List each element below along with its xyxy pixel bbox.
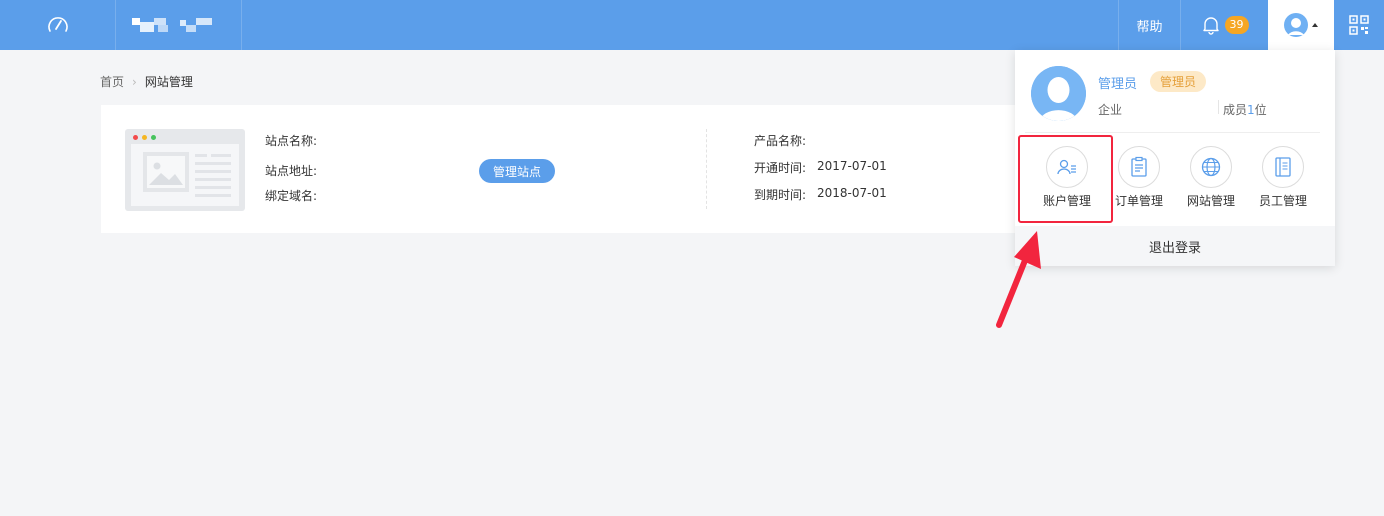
user-avatar-icon [1284, 13, 1308, 37]
help-link[interactable]: 帮助 [1118, 0, 1180, 50]
site-address-label: 站点地址: [265, 164, 318, 178]
role-badge: 管理员 [1150, 71, 1206, 92]
logout-button[interactable]: 退出登录 [1015, 226, 1335, 266]
menu-item-label: 员工管理 [1258, 194, 1307, 208]
speedometer-icon [47, 17, 68, 32]
company-label: 企业 [1098, 103, 1123, 117]
member-count: 成员1位 [1223, 103, 1267, 117]
user-name: 管理员 [1098, 77, 1138, 92]
top-navbar: 帮助 39 [0, 0, 1384, 50]
menu-item-websites[interactable]: 网站管理 [1180, 146, 1242, 209]
red-arrow-icon [996, 231, 1041, 328]
product-name-label: 产品名称: [754, 134, 807, 148]
menu-item-label: 订单管理 [1114, 194, 1163, 208]
brand-mosaic [132, 18, 214, 32]
qrcode-button[interactable] [1334, 0, 1384, 50]
highlight-box [1018, 135, 1113, 223]
notification-count-badge: 39 [1224, 16, 1249, 34]
site-card: 站点名称: 站点地址: 绑定域名: 管理站点 产品名称: 开通时间: 2017-… [101, 105, 1041, 233]
site-thumbnail [125, 129, 245, 211]
notifications-button[interactable]: 39 [1180, 0, 1268, 50]
bell-icon [1202, 17, 1219, 35]
open-time-value: 2017-07-01 [817, 159, 887, 173]
window-dots-icon [133, 135, 156, 140]
caret-up-icon [1312, 23, 1318, 27]
image-placeholder-icon [143, 152, 189, 192]
globe-icon [1201, 157, 1221, 177]
user-menu-toggle[interactable] [1268, 0, 1334, 50]
menu-item-label: 网站管理 [1186, 194, 1235, 208]
breadcrumb-current: 网站管理 [144, 75, 193, 89]
open-time-label: 开通时间: [754, 161, 807, 175]
divider [1218, 100, 1219, 114]
menu-item-orders[interactable]: 订单管理 [1108, 146, 1170, 209]
bound-domain-label: 绑定域名: [265, 189, 318, 203]
expire-time-value: 2018-07-01 [817, 186, 887, 200]
menu-item-staff[interactable]: 员工管理 [1252, 146, 1314, 209]
qrcode-icon [1349, 15, 1369, 35]
divider [706, 129, 707, 209]
home-logo[interactable] [0, 0, 116, 50]
divider [1025, 132, 1320, 133]
order-icon [1131, 156, 1147, 177]
site-name-label: 站点名称: [265, 134, 318, 148]
breadcrumb: 首页 › 网站管理 [100, 73, 193, 90]
brand-name-blurred [116, 0, 242, 50]
user-avatar [1031, 66, 1086, 121]
expire-time-label: 到期时间: [754, 188, 807, 202]
manage-site-button[interactable]: 管理站点 [479, 159, 555, 183]
breadcrumb-home[interactable]: 首页 [100, 73, 124, 90]
staff-icon [1275, 157, 1291, 177]
chevron-right-icon: › [132, 74, 137, 89]
